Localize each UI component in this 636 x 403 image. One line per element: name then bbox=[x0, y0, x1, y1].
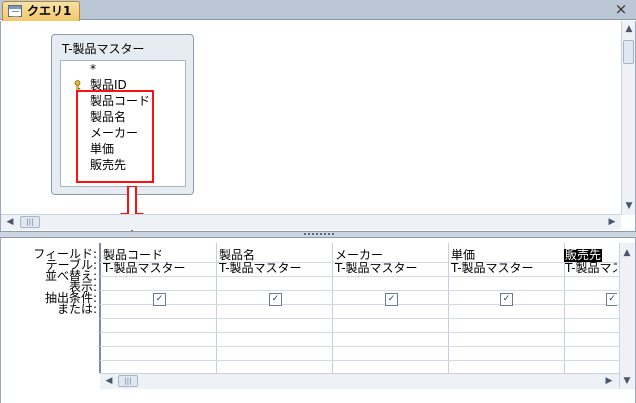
show-checkbox[interactable]: ✓ bbox=[500, 293, 513, 306]
scroll-right-icon[interactable]: ▶ bbox=[605, 214, 619, 230]
upper-horizontal-scroll-thumb[interactable]: ||| bbox=[20, 216, 40, 228]
close-icon[interactable]: × bbox=[612, 1, 630, 18]
grid-row-line bbox=[100, 318, 619, 319]
document-tab-strip bbox=[0, 0, 636, 20]
splitter-grip-icon bbox=[304, 233, 334, 235]
field-cell[interactable]: メーカー bbox=[335, 249, 445, 262]
table-cell[interactable]: T-製品マスター bbox=[451, 262, 561, 275]
tab-label: クエリ1 bbox=[27, 4, 72, 18]
table-cell[interactable]: T-製品マスター bbox=[335, 262, 445, 275]
show-checkbox[interactable]: ✓ bbox=[606, 293, 617, 306]
grid-horizontal-scrollbar[interactable] bbox=[100, 373, 619, 389]
field-cell[interactable]: 製品名 bbox=[219, 249, 329, 262]
field-item-all[interactable]: * bbox=[90, 62, 96, 77]
grid-row-line bbox=[100, 346, 619, 347]
scroll-left-icon[interactable]: ◀ bbox=[3, 214, 17, 230]
upper-vertical-scroll-thumb[interactable] bbox=[623, 40, 634, 64]
upper-horizontal-scrollbar[interactable] bbox=[1, 214, 621, 230]
selection-highlight-box bbox=[76, 90, 154, 183]
grid-row-line bbox=[100, 276, 619, 277]
scroll-left-icon[interactable]: ◀ bbox=[102, 373, 116, 389]
show-checkbox[interactable]: ✓ bbox=[269, 293, 282, 306]
grid-row-line bbox=[100, 304, 619, 305]
tab-query1[interactable]: クエリ1 bbox=[2, 1, 80, 21]
field-cell[interactable]: 単価 bbox=[451, 249, 561, 262]
scroll-up-icon[interactable]: ▲ bbox=[622, 21, 636, 37]
grid-row-line bbox=[100, 360, 619, 361]
table-cell[interactable]: T-製品マスター bbox=[103, 262, 213, 275]
scroll-right-icon[interactable]: ▶ bbox=[602, 373, 616, 389]
grid-vertical-scrollbar[interactable] bbox=[619, 243, 635, 389]
table-cell[interactable]: T-製品マスター bbox=[219, 262, 329, 275]
show-checkbox[interactable]: ✓ bbox=[385, 293, 398, 306]
show-checkbox[interactable]: ✓ bbox=[153, 293, 166, 306]
grid-horizontal-scroll-thumb[interactable]: ||| bbox=[118, 375, 138, 387]
field-cell[interactable]: 製品コード bbox=[103, 249, 213, 262]
scroll-up-icon[interactable]: ▲ bbox=[620, 245, 634, 261]
grid-row-line bbox=[100, 332, 619, 333]
scroll-down-icon[interactable]: ▼ bbox=[622, 198, 636, 214]
row-label-or: または: bbox=[56, 302, 97, 316]
field-cell-selected[interactable]: 販売先 bbox=[564, 249, 602, 262]
grid-row-line bbox=[100, 290, 619, 291]
scroll-down-icon[interactable]: ▼ bbox=[620, 373, 634, 389]
table-cell[interactable]: T-製品マスタ bbox=[565, 262, 617, 275]
field-list-title[interactable]: T-製品マスター bbox=[62, 42, 145, 56]
query-icon bbox=[8, 5, 22, 17]
